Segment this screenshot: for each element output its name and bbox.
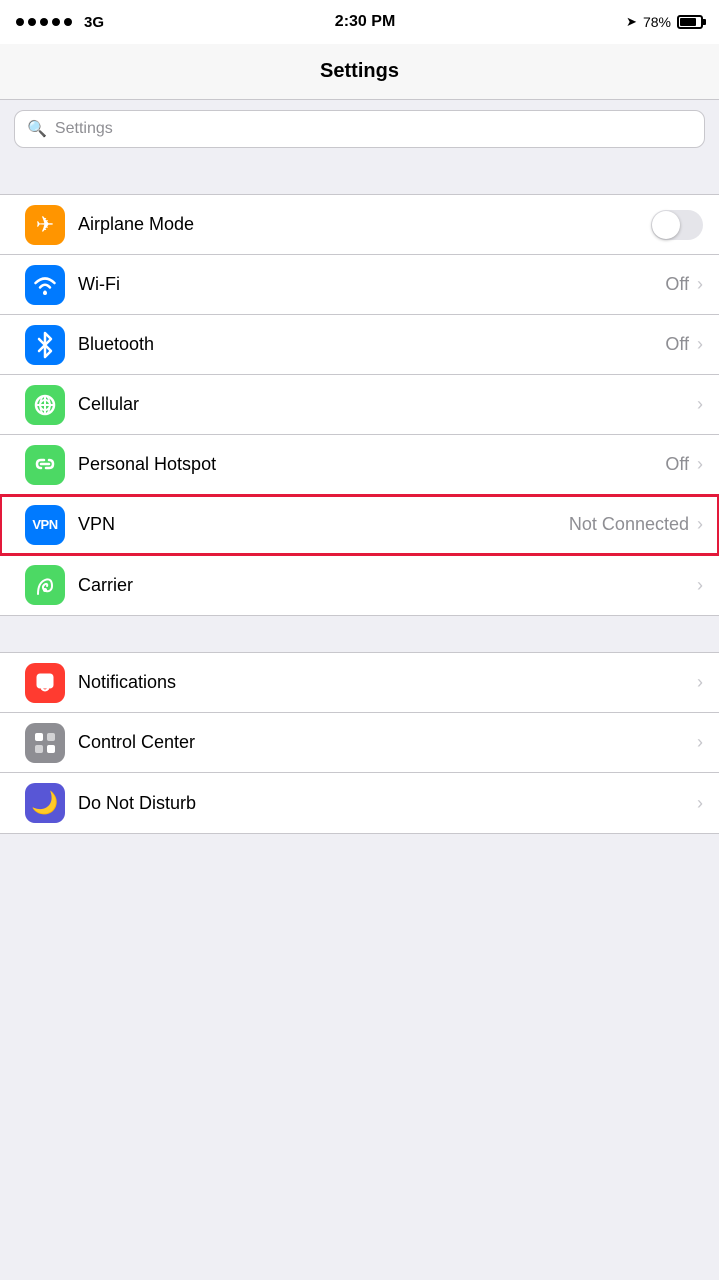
vpn-chevron: › bbox=[697, 514, 703, 535]
bluetooth-icon-wrapper bbox=[16, 316, 74, 374]
notifications-row[interactable]: Notifications › bbox=[0, 653, 719, 713]
notifications-icon bbox=[25, 663, 65, 703]
search-placeholder: Settings bbox=[55, 120, 113, 138]
network-settings-group: ✈ Airplane Mode Wi-Fi Off › bbox=[0, 194, 719, 616]
nav-bar: Settings bbox=[0, 44, 719, 100]
battery-icon bbox=[677, 15, 703, 29]
bluetooth-icon bbox=[25, 325, 65, 365]
vpn-row[interactable]: VPN VPN Not Connected › bbox=[0, 495, 719, 555]
notifications-chevron: › bbox=[697, 672, 703, 693]
vpn-label: VPN bbox=[74, 514, 569, 535]
do-not-disturb-icon: 🌙 bbox=[25, 783, 65, 823]
wifi-row[interactable]: Wi-Fi Off › bbox=[0, 255, 719, 315]
cellular-chevron: › bbox=[697, 394, 703, 415]
search-icon: 🔍 bbox=[27, 119, 47, 139]
personal-hotspot-chevron: › bbox=[697, 454, 703, 475]
status-bar: 3G 2:30 PM ➤ 78% bbox=[0, 0, 719, 44]
network-type: 3G bbox=[84, 14, 104, 31]
notifications-label: Notifications bbox=[74, 672, 697, 693]
airplane-mode-toggle-knob bbox=[652, 211, 680, 239]
carrier-label: Carrier bbox=[74, 575, 697, 596]
control-center-icon-wrapper bbox=[16, 714, 74, 772]
carrier-chevron: › bbox=[697, 575, 703, 596]
airplane-mode-icon-wrapper: ✈ bbox=[16, 196, 74, 254]
hotspot-icon-wrapper bbox=[16, 436, 74, 494]
battery-percent: 78% bbox=[643, 14, 671, 30]
airplane-mode-toggle[interactable] bbox=[651, 210, 703, 240]
bluetooth-value: Off bbox=[665, 334, 689, 355]
cellular-icon bbox=[25, 385, 65, 425]
system-settings-group: Notifications › Control Center › 🌙 Do No… bbox=[0, 652, 719, 834]
page-title: Settings bbox=[320, 60, 399, 83]
bluetooth-label: Bluetooth bbox=[74, 334, 665, 355]
control-center-icon bbox=[25, 723, 65, 763]
do-not-disturb-label: Do Not Disturb bbox=[74, 793, 697, 814]
bluetooth-row[interactable]: Bluetooth Off › bbox=[0, 315, 719, 375]
section-spacer-1 bbox=[0, 158, 719, 194]
signal-dots bbox=[16, 18, 72, 26]
wifi-icon bbox=[25, 265, 65, 305]
vpn-value: Not Connected bbox=[569, 514, 689, 535]
do-not-disturb-chevron: › bbox=[697, 793, 703, 814]
location-icon: ➤ bbox=[626, 14, 637, 30]
wifi-value: Off bbox=[665, 274, 689, 295]
control-center-label: Control Center bbox=[74, 732, 697, 753]
search-container: 🔍 Settings bbox=[0, 100, 719, 158]
personal-hotspot-value: Off bbox=[665, 454, 689, 475]
bluetooth-chevron: › bbox=[697, 334, 703, 355]
vpn-icon: VPN bbox=[25, 505, 65, 545]
airplane-mode-row[interactable]: ✈ Airplane Mode bbox=[0, 195, 719, 255]
personal-hotspot-label: Personal Hotspot bbox=[74, 454, 665, 475]
control-center-row[interactable]: Control Center › bbox=[0, 713, 719, 773]
carrier-row[interactable]: Carrier › bbox=[0, 555, 719, 615]
status-left: 3G bbox=[16, 14, 104, 31]
cellular-label: Cellular bbox=[74, 394, 697, 415]
status-right: ➤ 78% bbox=[626, 14, 703, 30]
wifi-chevron: › bbox=[697, 274, 703, 295]
personal-hotspot-row[interactable]: Personal Hotspot Off › bbox=[0, 435, 719, 495]
airplane-mode-label: Airplane Mode bbox=[74, 214, 651, 235]
vpn-icon-wrapper: VPN bbox=[16, 496, 74, 554]
carrier-icon-wrapper bbox=[16, 556, 74, 614]
carrier-icon bbox=[25, 565, 65, 605]
hotspot-icon bbox=[25, 445, 65, 485]
do-not-disturb-row[interactable]: 🌙 Do Not Disturb › bbox=[0, 773, 719, 833]
notifications-icon-wrapper bbox=[16, 654, 74, 712]
wifi-label: Wi-Fi bbox=[74, 274, 665, 295]
search-bar[interactable]: 🔍 Settings bbox=[14, 110, 705, 148]
cellular-icon-wrapper bbox=[16, 376, 74, 434]
airplane-mode-icon: ✈ bbox=[25, 205, 65, 245]
do-not-disturb-icon-wrapper: 🌙 bbox=[16, 774, 74, 832]
status-time: 2:30 PM bbox=[335, 13, 395, 31]
wifi-icon-wrapper bbox=[16, 256, 74, 314]
cellular-row[interactable]: Cellular › bbox=[0, 375, 719, 435]
control-center-chevron: › bbox=[697, 732, 703, 753]
section-spacer-2 bbox=[0, 616, 719, 652]
